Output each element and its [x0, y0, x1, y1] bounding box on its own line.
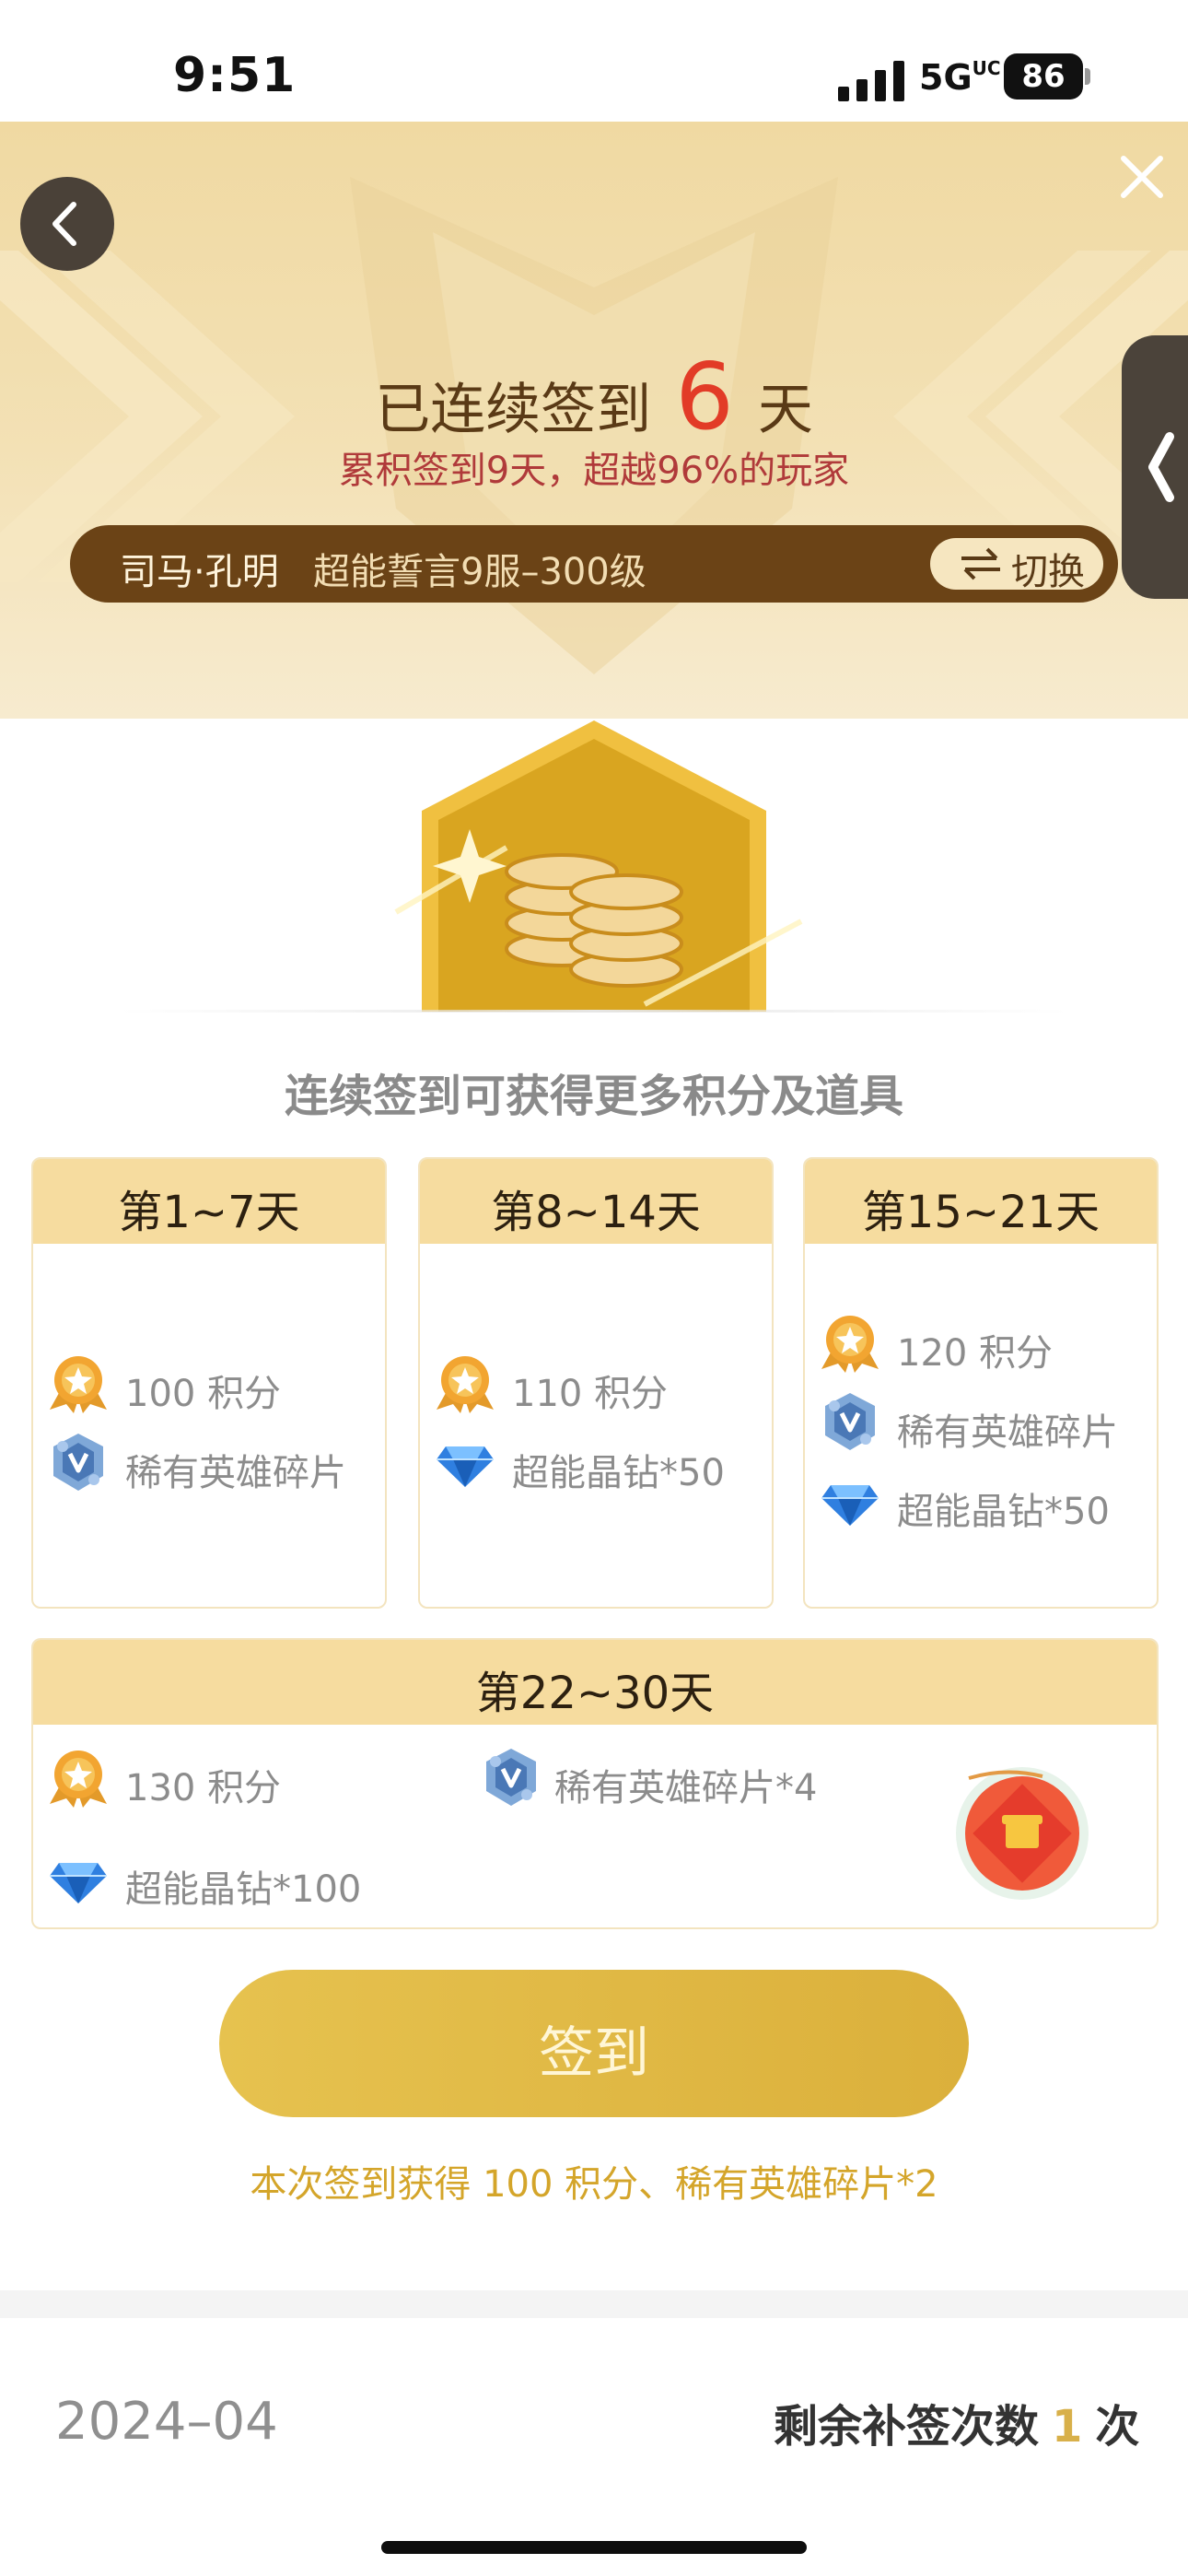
reward-card-days-8-14: 第8~14天 110 积分 超能晶钻*50	[418, 1157, 774, 1609]
reward-text: 120 积分	[897, 1332, 1054, 1375]
reward-text: 100 积分	[125, 1373, 282, 1415]
hero-shard-icon	[479, 1745, 543, 1809]
battery-tip	[1085, 68, 1090, 85]
diamond-icon	[46, 1846, 111, 1911]
reward-text: 稀有英雄碎片	[897, 1411, 1118, 1454]
reward-card-days-1-7: 第1~7天 100 积分 稀有英雄碎片	[31, 1157, 387, 1609]
makeup-prefix: 剩余补签次数	[774, 2401, 1040, 2453]
makeup-suffix: 次	[1095, 2401, 1140, 2453]
switch-account-label: 切换	[1011, 551, 1085, 593]
account-server: 超能誓言9服–300级	[313, 551, 646, 593]
cellular-signal-icon	[838, 61, 904, 101]
hero-shard-icon	[818, 1389, 882, 1454]
gold-coins-icon	[394, 720, 803, 1012]
reward-info-heading: 连续签到可获得更多积分及道具	[284, 1071, 903, 1122]
card-title: 第1~7天	[118, 1187, 300, 1238]
reward-text: 超能晶钻*100	[125, 1868, 362, 1911]
reward-text: 130 积分	[125, 1767, 282, 1809]
streak-title: 已连续签到 6 天	[0, 343, 1188, 451]
streak-title-prefix: 已连续签到	[375, 378, 652, 442]
chevron-left-icon	[52, 202, 76, 246]
back-button[interactable]	[20, 177, 114, 271]
network-tag: UC	[972, 57, 1001, 79]
reward-text: 超能晶钻*50	[897, 1491, 1110, 1533]
status-time: 9:51	[173, 48, 297, 103]
makeup-count: 剩余补签次数 1 次	[774, 2390, 1139, 2454]
diamond-icon	[433, 1430, 497, 1494]
makeup-number: 1	[1052, 2401, 1083, 2453]
gift-envelope-icon	[956, 1767, 1089, 1900]
reward-card-days-22-30: 第22~30天 130 积分 稀有英雄碎片*4 超能晶钻*100	[31, 1638, 1159, 1929]
battery-level: 86	[1004, 53, 1083, 100]
home-indicator	[381, 2541, 807, 2554]
streak-days: 6	[675, 343, 734, 451]
card-title: 第22~30天	[475, 1668, 715, 1719]
points-medal-icon	[818, 1310, 882, 1375]
reward-text: 110 积分	[512, 1373, 669, 1415]
reward-text: 超能晶钻*50	[512, 1452, 725, 1494]
sign-in-label: 签到	[539, 2021, 649, 2086]
reward-text: 稀有英雄碎片*4	[554, 1767, 818, 1809]
diamond-icon	[818, 1469, 882, 1533]
account-name: 司马·孔明	[120, 551, 279, 593]
calendar-month[interactable]: 2024–04	[55, 2392, 278, 2452]
points-medal-icon	[46, 1745, 111, 1809]
network-type: 5GUC	[919, 57, 1001, 98]
card-title: 第15~21天	[861, 1187, 1101, 1238]
section-divider	[0, 2290, 1188, 2318]
network-label: 5G	[919, 57, 973, 98]
today-reward-note: 本次签到获得 100 积分、稀有英雄碎片*2	[250, 2163, 938, 2206]
reward-card-days-15-21: 第15~21天 120 积分 稀有英雄碎片 超能晶钻*50	[803, 1157, 1159, 1609]
close-icon[interactable]	[1114, 149, 1170, 205]
streak-subtitle: 累积签到9天，超越96%的玩家	[338, 450, 850, 492]
hero-shard-icon	[46, 1430, 111, 1494]
emblem-floor-line	[120, 1010, 1068, 1013]
points-medal-icon	[46, 1351, 111, 1415]
swap-icon	[961, 547, 1000, 580]
streak-title-suffix: 天	[757, 378, 813, 442]
reward-text: 稀有英雄碎片	[125, 1452, 346, 1494]
points-medal-icon	[433, 1351, 497, 1415]
card-title: 第8~14天	[491, 1187, 701, 1238]
